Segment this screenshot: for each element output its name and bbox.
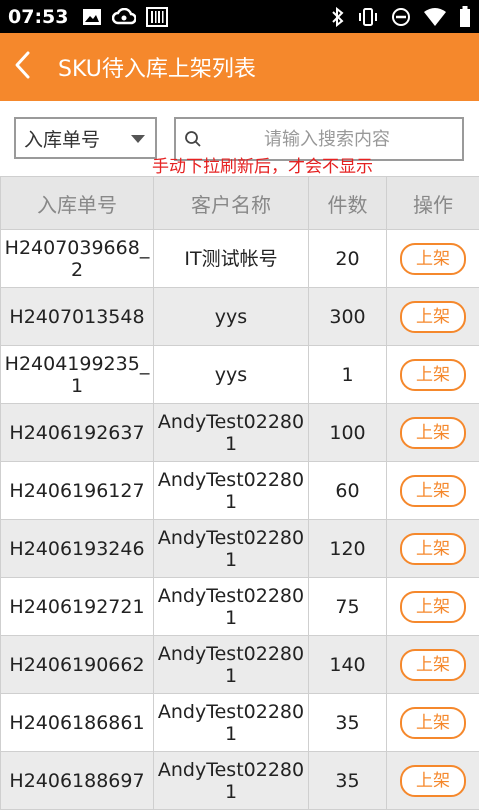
search-type-value: 入库单号 bbox=[24, 125, 100, 152]
shelve-button[interactable]: 上架 bbox=[400, 243, 466, 275]
vibrate-icon bbox=[357, 7, 379, 27]
order-number: H2406186861 bbox=[1, 694, 154, 752]
action-cell: 上架 bbox=[387, 346, 479, 404]
status-time: 07:53 bbox=[8, 6, 68, 28]
shelve-button[interactable]: 上架 bbox=[400, 301, 466, 333]
table-row[interactable]: H2406190662 AndyTest022801 140 上架 bbox=[1, 636, 479, 694]
table-row[interactable]: H2406188697 AndyTest022801 35 上架 bbox=[1, 752, 479, 810]
customer-name: AndyTest022801 bbox=[154, 752, 309, 810]
battery-icon bbox=[459, 6, 471, 28]
customer-name: yys bbox=[154, 288, 309, 346]
cloud-sync-icon bbox=[112, 8, 136, 26]
action-cell: 上架 bbox=[387, 752, 479, 810]
page-title: SKU待入库上架列表 bbox=[58, 51, 256, 83]
app-header: SKU待入库上架列表 bbox=[0, 33, 479, 101]
quantity: 35 bbox=[309, 752, 387, 810]
search-icon bbox=[184, 130, 202, 148]
action-cell: 上架 bbox=[387, 578, 479, 636]
column-header-customer: 客户名称 bbox=[154, 177, 309, 230]
status-bar: 07:53 bbox=[0, 0, 479, 33]
order-number: H2407013548 bbox=[1, 288, 154, 346]
quantity: 300 bbox=[309, 288, 387, 346]
order-number: H2404199235_1 bbox=[1, 346, 154, 404]
shelve-button[interactable]: 上架 bbox=[400, 417, 466, 449]
action-cell: 上架 bbox=[387, 230, 479, 288]
bluetooth-icon bbox=[331, 7, 345, 27]
customer-name: AndyTest022801 bbox=[154, 404, 309, 462]
column-header-action: 操作 bbox=[387, 177, 479, 230]
shelve-button[interactable]: 上架 bbox=[400, 533, 466, 565]
customer-name: IT测试帐号 bbox=[154, 230, 309, 288]
customer-name: AndyTest022801 bbox=[154, 636, 309, 694]
action-cell: 上架 bbox=[387, 636, 479, 694]
search-input[interactable] bbox=[210, 128, 444, 151]
status-right-icons bbox=[319, 6, 471, 28]
table-row[interactable]: H2406192637 AndyTest022801 100 上架 bbox=[1, 404, 479, 462]
customer-name: AndyTest022801 bbox=[154, 520, 309, 578]
table-row[interactable]: H2406196127 AndyTest022801 60 上架 bbox=[1, 462, 479, 520]
refresh-hint: 手动下拉刷新后，才会不显示 bbox=[0, 157, 479, 177]
image-icon bbox=[82, 8, 102, 26]
table-row[interactable]: H2407013548 yys 300 上架 bbox=[1, 288, 479, 346]
search-type-select[interactable]: 入库单号 bbox=[14, 117, 157, 159]
search-box[interactable] bbox=[174, 117, 464, 161]
customer-name: AndyTest022801 bbox=[154, 694, 309, 752]
shelve-button[interactable]: 上架 bbox=[400, 359, 466, 391]
table-row[interactable]: H2406186861 AndyTest022801 35 上架 bbox=[1, 694, 479, 752]
filter-bar: 入库单号 手动下拉刷新后，才会不显示 bbox=[0, 101, 479, 176]
action-cell: 上架 bbox=[387, 288, 479, 346]
order-number: H2406192637 bbox=[1, 404, 154, 462]
do-not-disturb-icon bbox=[391, 7, 411, 27]
customer-name: AndyTest022801 bbox=[154, 462, 309, 520]
order-number: H2406192721 bbox=[1, 578, 154, 636]
chevron-left-icon bbox=[13, 50, 33, 84]
customer-name: yys bbox=[154, 346, 309, 404]
order-number: H2406188697 bbox=[1, 752, 154, 810]
quantity: 140 bbox=[309, 636, 387, 694]
wifi-icon bbox=[423, 7, 447, 27]
order-number: H2406190662 bbox=[1, 636, 154, 694]
table-row[interactable]: H2406193246 AndyTest022801 120 上架 bbox=[1, 520, 479, 578]
quantity: 60 bbox=[309, 462, 387, 520]
action-cell: 上架 bbox=[387, 520, 479, 578]
order-number: H2406193246 bbox=[1, 520, 154, 578]
action-cell: 上架 bbox=[387, 404, 479, 462]
quantity: 120 bbox=[309, 520, 387, 578]
action-cell: 上架 bbox=[387, 462, 479, 520]
column-header-qty: 件数 bbox=[309, 177, 387, 230]
table-header-row: 入库单号 客户名称 件数 操作 bbox=[1, 177, 479, 230]
order-number: H2407039668_2 bbox=[1, 230, 154, 288]
shelve-button[interactable]: 上架 bbox=[400, 649, 466, 681]
shelve-button[interactable]: 上架 bbox=[400, 591, 466, 623]
quantity: 75 bbox=[309, 578, 387, 636]
quantity: 20 bbox=[309, 230, 387, 288]
shelve-button[interactable]: 上架 bbox=[400, 707, 466, 739]
inbound-table: 入库单号 客户名称 件数 操作 H2407039668_2 IT测试帐号 20 … bbox=[0, 176, 479, 810]
quantity: 100 bbox=[309, 404, 387, 462]
quantity: 35 bbox=[309, 694, 387, 752]
back-button[interactable] bbox=[0, 33, 46, 101]
action-cell: 上架 bbox=[387, 694, 479, 752]
shelve-button[interactable]: 上架 bbox=[400, 475, 466, 507]
column-header-order: 入库单号 bbox=[1, 177, 154, 230]
shelve-button[interactable]: 上架 bbox=[400, 765, 466, 797]
order-number: H2406196127 bbox=[1, 462, 154, 520]
table-row[interactable]: H2406192721 AndyTest022801 75 上架 bbox=[1, 578, 479, 636]
table-row[interactable]: H2404199235_1 yys 1 上架 bbox=[1, 346, 479, 404]
quantity: 1 bbox=[309, 346, 387, 404]
customer-name: AndyTest022801 bbox=[154, 578, 309, 636]
barcode-icon bbox=[146, 7, 168, 27]
caret-down-icon bbox=[131, 135, 145, 143]
table-row[interactable]: H2407039668_2 IT测试帐号 20 上架 bbox=[1, 230, 479, 288]
